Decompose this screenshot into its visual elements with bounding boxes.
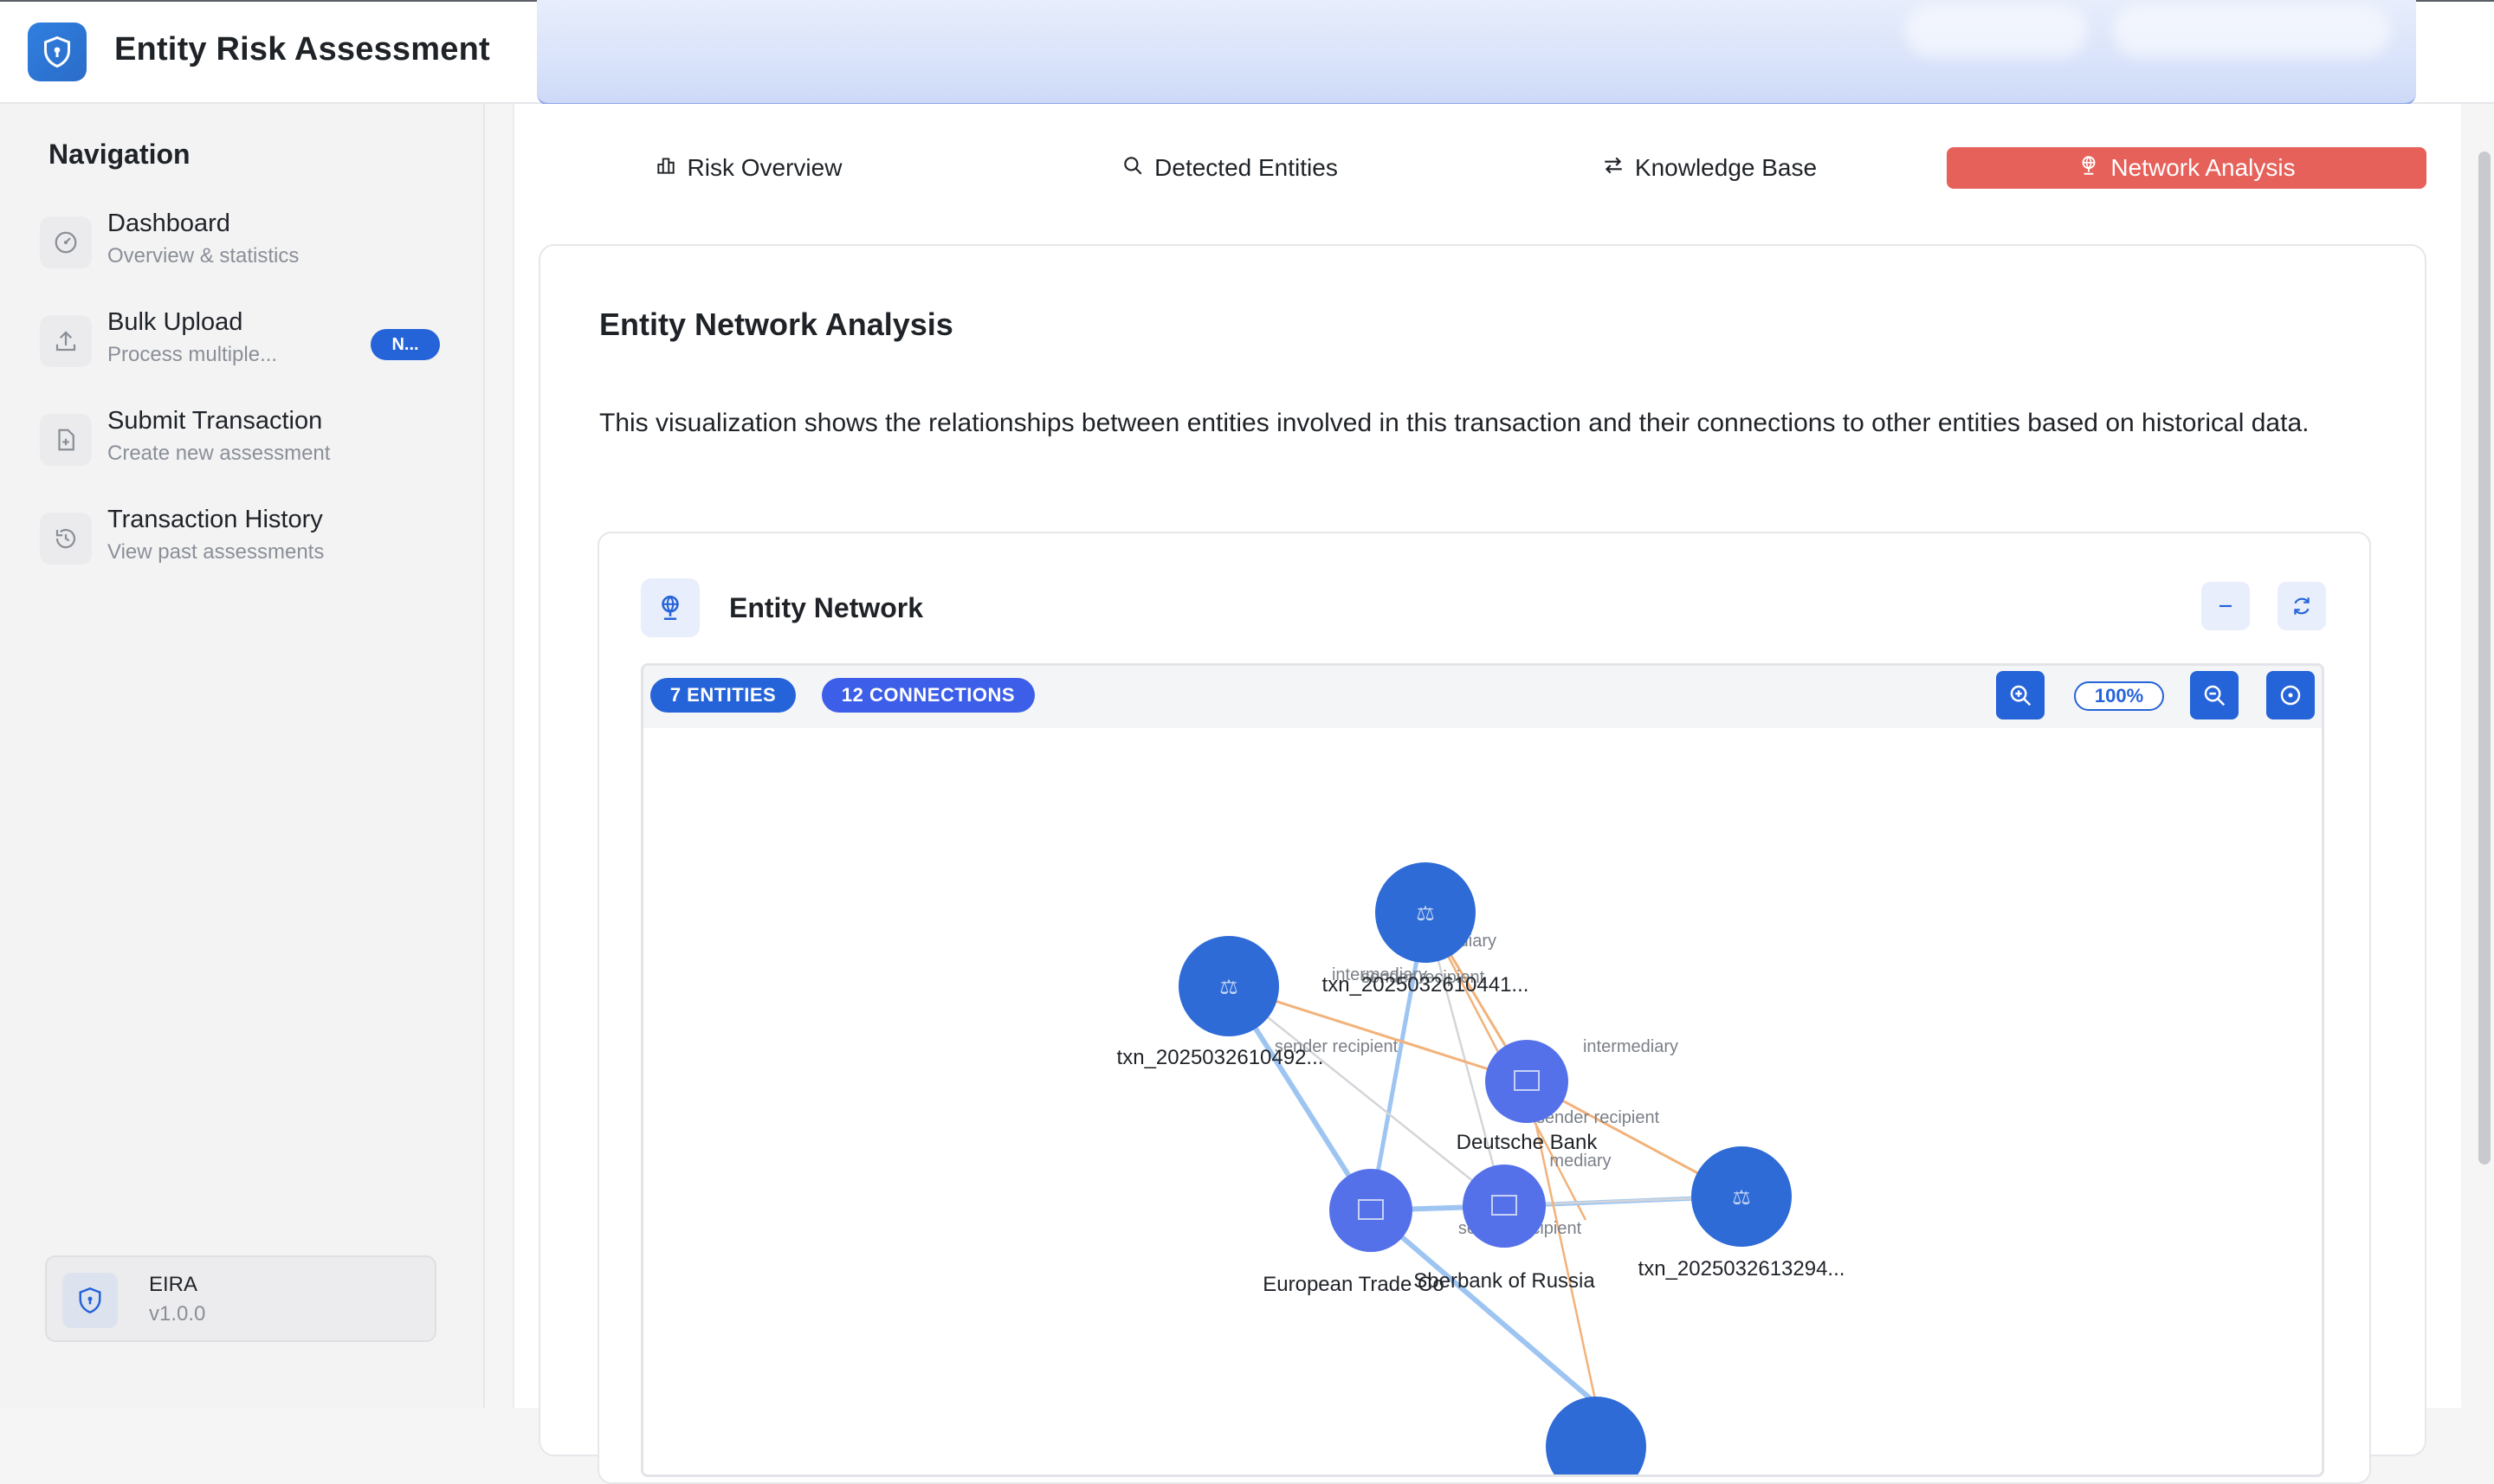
edge-label: intermediary: [1583, 1037, 1678, 1056]
zoom-in-icon: [2010, 685, 2032, 707]
search-icon: [1121, 154, 1144, 183]
sidebar-item-submit-transaction[interactable]: Submit Transaction Create new assessment: [40, 407, 447, 483]
page-scrollbar[interactable]: [2478, 152, 2491, 1165]
edge-label: mediary: [1549, 1152, 1611, 1171]
zoom-out-icon: [2204, 685, 2226, 707]
sidebar-item-subtitle: View past assessments: [107, 540, 325, 564]
nav-heading: Navigation: [48, 139, 191, 170]
transaction-node[interactable]: ⚖ txn_2025032610441...: [1322, 862, 1529, 997]
shield-icon: [62, 1273, 118, 1328]
entity-network-panel: Entity Network 7 ENTITIES 12 CONNECTIONS…: [598, 532, 2371, 1484]
section-description: This visualization shows the relationshi…: [599, 409, 2310, 437]
section-title: Entity Network Analysis: [599, 306, 953, 342]
collapse-button[interactable]: [2201, 582, 2250, 630]
network-canvas[interactable]: intermediary sender recipient intermedia…: [643, 728, 2322, 1477]
transaction-node[interactable]: ⚖ txn_2025032610492...: [1117, 936, 1324, 1069]
tab-risk-overview[interactable]: Risk Overview: [618, 147, 878, 189]
graph-toolbar: 7 ENTITIES 12 CONNECTIONS 100%: [643, 666, 2322, 728]
upload-icon: [40, 315, 92, 367]
center-graph-button[interactable]: [2266, 671, 2315, 719]
network-graph[interactable]: 7 ENTITIES 12 CONNECTIONS 100% sender re…: [641, 663, 2324, 1477]
svg-text:⚖: ⚖: [1732, 1185, 1751, 1210]
shield-logo-icon[interactable]: [28, 23, 87, 81]
app-header: Entity Risk Assessment: [0, 0, 2494, 106]
node-label: txn_2025032610441...: [1322, 973, 1529, 997]
node-label: Sberbank of Russia: [1413, 1269, 1595, 1293]
sidebar-item-dashboard[interactable]: Dashboard Overview & statistics: [40, 210, 447, 286]
zoom-in-button[interactable]: [1996, 671, 2045, 719]
network-icon: [2077, 154, 2100, 183]
sidebar: Navigation Dashboard Overview & statisti…: [0, 104, 485, 1408]
tab-network-analysis[interactable]: Network Analysis: [1947, 147, 2426, 189]
gauge-icon: [40, 216, 92, 268]
tab-label: Risk Overview: [687, 154, 843, 181]
tab-label: Detected Entities: [1154, 154, 1338, 181]
tab-bar: Risk Overview Detected Entities Knowledg…: [514, 147, 2463, 192]
sidebar-item-title: Submit Transaction: [107, 407, 323, 435]
sidebar-item-title: Bulk Upload: [107, 308, 243, 336]
svg-text:⚖: ⚖: [1416, 901, 1435, 926]
sidebar-item-subtitle: Create new assessment: [107, 442, 331, 465]
sidebar-item-bulk-upload[interactable]: Bulk Upload Process multiple... N...: [40, 308, 447, 384]
tab-detected-entities[interactable]: Detected Entities: [1100, 147, 1360, 189]
node-label: Deutsche Bank: [1457, 1131, 1599, 1154]
node-label: txn_2025032610492...: [1117, 1046, 1324, 1069]
node-label: txn_2025032613294...: [1638, 1257, 1845, 1281]
sidebar-item-title: Transaction History: [107, 506, 323, 533]
header-banner: [537, 0, 2416, 106]
target-icon: [2280, 685, 2301, 706]
banner-highlight: [1905, 5, 2087, 57]
transaction-node[interactable]: ⚖ txn_2025032613294...: [1638, 1146, 1845, 1281]
zoom-out-button[interactable]: [2190, 671, 2239, 719]
sidebar-item-transaction-history[interactable]: Transaction History View past assessment…: [40, 506, 447, 582]
version-card: EIRA v1.0.0: [45, 1255, 436, 1342]
bar-chart-icon: [655, 154, 677, 183]
sidebar-item-title: Dashboard: [107, 210, 230, 237]
transaction-node[interactable]: [1546, 1397, 1646, 1477]
minus-icon: [2219, 604, 2232, 608]
svg-text:⚖: ⚖: [1219, 975, 1238, 999]
tab-label: Network Analysis: [2110, 154, 2296, 181]
panel-title: Entity Network: [729, 592, 924, 623]
tab-knowledge-base[interactable]: Knowledge Base: [1580, 147, 1839, 189]
app-short-name: EIRA: [149, 1273, 198, 1296]
sidebar-item-subtitle: Process multiple...: [107, 343, 278, 366]
connections-count-badge: 12 CONNECTIONS: [822, 678, 1035, 713]
refresh-button[interactable]: [2278, 582, 2326, 630]
app-title: Entity Risk Assessment: [114, 31, 490, 68]
zoom-level: 100%: [2074, 681, 2164, 711]
tab-label: Knowledge Base: [1634, 154, 1818, 181]
network-icon: [641, 578, 700, 637]
banner-highlight: [2113, 5, 2390, 57]
sidebar-item-subtitle: Overview & statistics: [107, 244, 300, 268]
refresh-icon: [2294, 597, 2310, 615]
entities-count-badge: 7 ENTITIES: [650, 678, 796, 713]
bank-node[interactable]: Deutsche Bank: [1457, 1040, 1599, 1154]
file-plus-icon: [40, 414, 92, 466]
history-icon: [40, 513, 92, 565]
arrows-swap-icon: [1602, 154, 1625, 183]
app-version: v1.0.0: [149, 1302, 206, 1326]
network-analysis-card: Entity Network Analysis This visualizati…: [539, 244, 2426, 1484]
new-badge: N...: [371, 329, 440, 360]
